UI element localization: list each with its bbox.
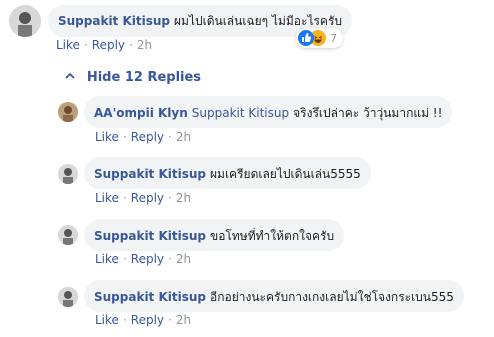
reply-author[interactable]: AA'ompii Klyn — [94, 106, 188, 120]
hide-replies-label: Hide 12 Replies — [86, 70, 202, 85]
avatar-photo-icon — [58, 225, 78, 245]
reply-text: ขอโทษที่ทำให้ตกใจครับ — [210, 229, 335, 243]
comment-actions: Like · Reply · 2h — [56, 38, 153, 52]
reply-mention[interactable]: Suppakit Kitisup — [192, 106, 289, 120]
comment-thread: Suppakit Kitisup ผมไปเดินเล่นเฉยๆ ไม่มีอะ… — [0, 0, 494, 337]
reply-timestamp[interactable]: 2h — [176, 252, 191, 266]
reply-actions: Like · Reply · 2h — [95, 313, 192, 327]
reaction-count: 7 — [330, 31, 337, 45]
reaction-summary[interactable]: 7 — [296, 28, 343, 48]
reply-actions: Like · Reply · 2h — [95, 191, 192, 205]
reply-timestamp[interactable]: 2h — [176, 191, 191, 205]
like-button[interactable]: Like — [95, 313, 119, 327]
avatar[interactable] — [9, 5, 41, 37]
reply-button[interactable]: Reply — [131, 191, 164, 205]
like-button[interactable]: Like — [95, 191, 119, 205]
reply-button[interactable]: Reply — [131, 313, 164, 327]
comment-timestamp[interactable]: 2h — [137, 38, 152, 52]
reply-button[interactable]: Reply — [131, 130, 164, 144]
reply-author[interactable]: Suppakit Kitisup — [94, 167, 206, 181]
avatar[interactable] — [58, 164, 78, 184]
reply-text: ผมเครียดเลยไปเดินเล่น5555 — [210, 167, 361, 181]
like-icon — [298, 30, 314, 46]
reply-text: อีกอย่างนะครับกางเกงเลยไม่ใช่โจงกระเบน55… — [210, 290, 454, 304]
avatar[interactable] — [58, 225, 78, 245]
reply-actions: Like · Reply · 2h — [95, 130, 192, 144]
avatar[interactable] — [58, 287, 78, 307]
reply-timestamp[interactable]: 2h — [176, 130, 191, 144]
like-button[interactable]: Like — [95, 252, 119, 266]
reply-bubble: Suppakit Kitisup ผมเครียดเลยไปเดินเล่น555… — [84, 157, 371, 189]
hide-replies-button[interactable]: Hide 12 Replies — [65, 70, 201, 85]
reply-bubble: AA'ompii Klyn Suppakit Kitisup จริงรึเปล่า… — [84, 96, 453, 128]
reply-button[interactable]: Reply — [92, 38, 125, 52]
reply-author[interactable]: Suppakit Kitisup — [94, 229, 206, 243]
comment-text: ผมไปเดินเล่นเฉยๆ ไม่มีอะไรครับ — [174, 14, 343, 28]
avatar-photo-icon — [58, 287, 78, 307]
avatar-photo-icon — [58, 102, 78, 122]
avatar[interactable] — [58, 102, 78, 122]
reply-button[interactable]: Reply — [131, 252, 164, 266]
reply-bubble: Suppakit Kitisup อีกอย่างนะครับกางเกงเลยไ… — [84, 280, 464, 312]
reply-timestamp[interactable]: 2h — [176, 313, 191, 327]
reply-actions: Like · Reply · 2h — [95, 252, 192, 266]
avatar-photo-icon — [58, 164, 78, 184]
chevron-up-icon — [65, 71, 79, 84]
like-button[interactable]: Like — [56, 38, 80, 52]
like-button[interactable]: Like — [95, 130, 119, 144]
avatar-photo-icon — [9, 5, 41, 37]
reply-author[interactable]: Suppakit Kitisup — [94, 290, 206, 304]
reply-bubble: Suppakit Kitisup ขอโทษที่ทำให้ตกใจครับ — [84, 219, 345, 251]
reply-text: จริงรึเปล่าคะ ว้าวุ่นมากแม่ !! — [293, 106, 443, 120]
comment-author[interactable]: Suppakit Kitisup — [58, 14, 170, 28]
